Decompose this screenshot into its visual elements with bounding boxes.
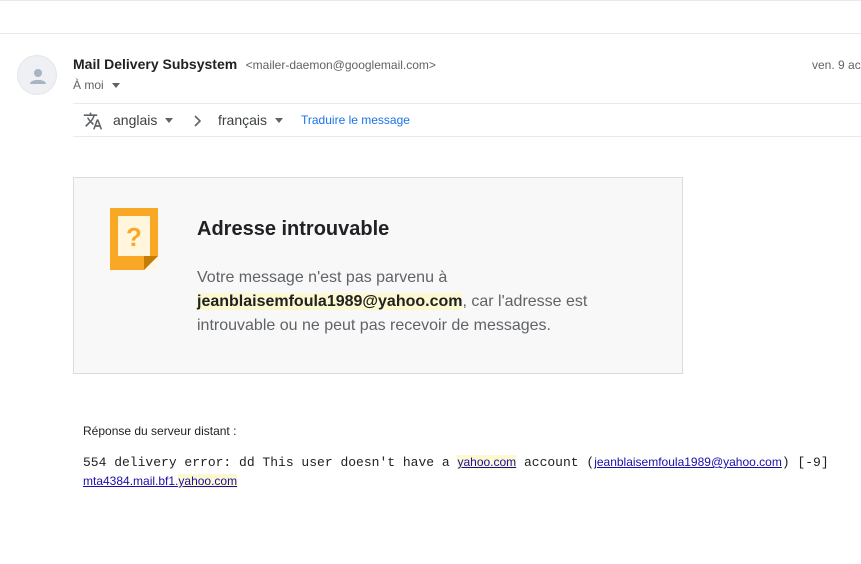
person-icon xyxy=(30,69,46,84)
translate-message-link[interactable]: Traduire le message xyxy=(301,113,410,127)
server-host-link[interactable]: mta4384.mail.bf1.yahoo.com xyxy=(83,474,238,488)
address-not-found-icon: ? xyxy=(110,208,158,270)
host-domain: yahoo.com xyxy=(178,474,238,488)
bounce-title: Adresse introuvable xyxy=(197,218,390,240)
server-response-part1: 554 delivery error: dd This user doesn't… xyxy=(83,455,458,470)
bounce-intro: Votre message n'est pas parvenu à xyxy=(197,269,448,286)
message-date: ven. 9 ac xyxy=(812,58,861,72)
sender-name[interactable]: Mail Delivery Subsystem xyxy=(73,56,237,72)
sender-line: Mail Delivery Subsystem <mailer-daemon@g… xyxy=(73,56,436,74)
bounce-notice-card: ? Adresse introuvable Votre message n'es… xyxy=(73,177,683,374)
server-response-label: Réponse du serveur distant : xyxy=(83,424,237,438)
sender-email: <mailer-daemon@googlemail.com> xyxy=(245,58,436,72)
target-language-select[interactable]: français xyxy=(218,112,284,128)
chevron-down-icon xyxy=(165,117,174,123)
source-language-select[interactable]: anglais xyxy=(113,112,174,128)
recipient-email-link[interactable]: jeanblaisemfoula1989@yahoo.com xyxy=(594,455,782,469)
yahoo-domain-link[interactable]: yahoo.com xyxy=(457,455,517,469)
translate-icon xyxy=(83,112,103,130)
avatar[interactable] xyxy=(17,55,57,95)
recipient-label: À moi xyxy=(73,78,104,92)
server-response-part3: ) [-9] xyxy=(781,455,829,470)
chevron-down-icon xyxy=(275,117,284,123)
host-prefix: mta4384.mail.bf1. xyxy=(83,474,179,488)
top-strip xyxy=(0,0,861,34)
target-language-label: français xyxy=(218,112,268,128)
server-response-part2: account ( xyxy=(516,455,595,470)
svg-text:?: ? xyxy=(126,222,142,252)
translate-bar: anglais français Traduire le message xyxy=(73,103,861,137)
chevron-right-icon xyxy=(194,115,202,127)
server-response-text: 554 delivery error: dd This user doesn't… xyxy=(83,455,829,470)
chevron-down-icon[interactable] xyxy=(111,82,120,88)
bounced-address: jeanblaisemfoula1989@yahoo.com xyxy=(197,293,463,310)
source-language-label: anglais xyxy=(113,112,158,128)
bounce-message: Votre message n'est pas parvenu à jeanbl… xyxy=(197,266,667,338)
recipient-details[interactable]: À moi xyxy=(73,78,120,92)
server-host-line: mta4384.mail.bf1.yahoo.com xyxy=(83,474,238,488)
